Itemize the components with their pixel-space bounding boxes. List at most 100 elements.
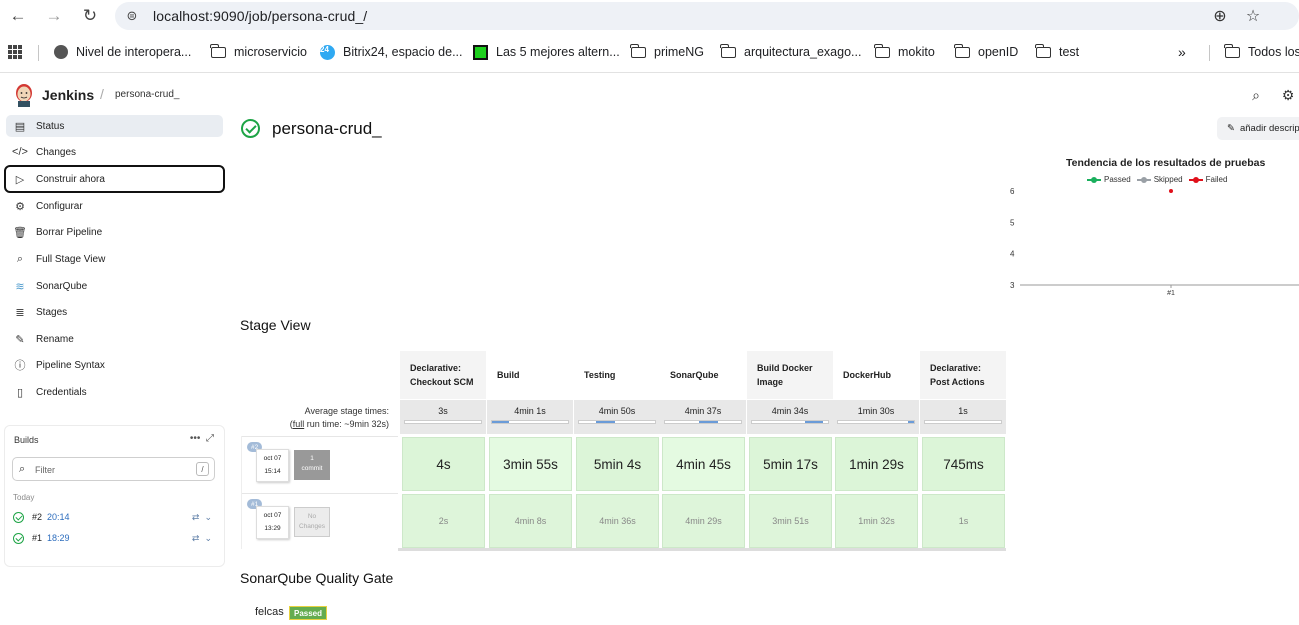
stage-duration-cell[interactable]: 4min 36s xyxy=(576,494,659,548)
stage-header: Testing xyxy=(574,351,660,399)
bookmark-item[interactable]: arquitectura_exago... xyxy=(720,43,861,61)
builds-filter-input[interactable]: ⌕ Filter / xyxy=(12,457,215,481)
changes-badge[interactable]: 1 commit xyxy=(294,450,330,480)
chart-title: Tendencia de los resultados de pruebas xyxy=(1066,157,1266,169)
sidebar-item-configure[interactable]: ⚙ Configurar xyxy=(6,195,223,217)
stage-header: Declarative: Post Actions xyxy=(920,351,1006,399)
success-icon xyxy=(13,511,24,523)
forward-arrow-icon[interactable]: → xyxy=(43,5,65,27)
shortcut-key: / xyxy=(196,462,209,476)
builds-group-label: Today xyxy=(13,493,35,502)
sidebar-item-delete-pipeline[interactable]: 🗑 Borrar Pipeline xyxy=(6,221,223,243)
chevron-down-icon[interactable]: ⌄ xyxy=(204,512,212,522)
sidebar-item-rename[interactable]: ✎ Rename xyxy=(6,328,223,350)
globe-icon xyxy=(54,45,68,59)
address-bar[interactable]: ⊜ localhost:9090/job/persona-crud_/ ⊕ ☆ xyxy=(115,2,1299,30)
bookmark-item[interactable]: mokito xyxy=(874,43,935,61)
stage-progress-bar xyxy=(491,420,569,424)
sidebar-item-changes[interactable]: </> Changes xyxy=(6,141,223,163)
bookmark-item[interactable]: microservicio xyxy=(210,43,307,61)
data-point[interactable] xyxy=(1169,189,1173,193)
console-icon[interactable]: ⇄ xyxy=(192,533,200,543)
back-arrow-icon[interactable]: ← xyxy=(7,5,29,27)
gear-icon[interactable]: ⚙ xyxy=(1279,86,1297,104)
bookmark-item[interactable]: primeNG xyxy=(630,43,704,61)
sidebar-item-stages[interactable]: ≣ Stages xyxy=(6,301,223,323)
site-info-icon[interactable]: ⊜ xyxy=(123,7,141,25)
bookmark-item[interactable]: Las 5 mejores altern... xyxy=(473,43,620,61)
folder-icon xyxy=(1224,43,1240,58)
sidebar-item-build-now[interactable]: ▷ Construir ahora xyxy=(4,165,225,193)
phone-icon: ▯ xyxy=(16,386,24,399)
all-bookmarks-button[interactable]: Todos los xyxy=(1224,43,1299,61)
bookmark-item[interactable]: 24 Bitrix24, espacio de... xyxy=(320,43,463,61)
stage-duration-cell[interactable]: 3min 51s xyxy=(749,494,832,548)
stage-duration-cell[interactable]: 1s xyxy=(922,494,1005,548)
folder-icon xyxy=(210,43,226,58)
jenkins-logo-icon[interactable] xyxy=(13,83,35,107)
more-bookmarks-button[interactable]: » xyxy=(1178,43,1186,61)
reload-icon[interactable]: ↻ xyxy=(79,5,101,27)
console-icon[interactable]: ⇄ xyxy=(192,512,200,522)
chevron-down-icon[interactable]: ⌄ xyxy=(204,533,212,543)
stage-duration-cell[interactable]: 5min 4s xyxy=(576,437,659,491)
page-title: persona-crud_ xyxy=(272,119,382,138)
stage-duration-cell[interactable]: 4min 45s xyxy=(662,437,745,491)
success-icon xyxy=(241,119,260,138)
stage-progress-bar xyxy=(664,420,742,424)
stage-duration-cell[interactable]: 2s xyxy=(402,494,485,548)
bitrix24-icon: 24 xyxy=(320,44,335,60)
stage-average-time: 4min 37s xyxy=(660,400,746,434)
bookmark-item[interactable]: Nivel de interopera... xyxy=(54,43,191,61)
stage-progress-bar xyxy=(578,420,656,424)
search-icon: ⌕ xyxy=(16,252,24,265)
folder-icon xyxy=(720,43,736,58)
stage-progress-bar xyxy=(404,420,482,424)
stage-header: Declarative: Checkout SCM xyxy=(400,351,486,399)
sidebar-item-full-stage-view[interactable]: ⌕ Full Stage View xyxy=(6,248,223,270)
bookmark-item[interactable]: openID xyxy=(954,43,1018,61)
stage-duration-cell[interactable]: 1min 32s xyxy=(835,494,918,548)
run-header[interactable]: #2 oct 07 15:14 1 commit xyxy=(241,436,398,492)
stage-progress-bar xyxy=(837,420,915,424)
search-icon: ⌕ xyxy=(19,463,26,475)
bookmark-item[interactable]: test xyxy=(1035,43,1079,61)
sidebar-item-sonarqube[interactable]: ≋ SonarQube xyxy=(6,275,223,297)
zoom-icon[interactable]: ⊕ xyxy=(1210,6,1230,26)
jenkins-brand[interactable]: Jenkins xyxy=(42,87,94,103)
full-run-link[interactable]: full xyxy=(293,419,305,429)
sidebar-item-status[interactable]: ▤ Status xyxy=(6,115,223,137)
build-row[interactable]: #2 20:14 ⇄ ⌄ xyxy=(13,508,218,526)
stage-duration-cell[interactable]: 745ms xyxy=(922,437,1005,491)
stage-duration-cell[interactable]: 4min 29s xyxy=(662,494,745,548)
play-icon: ▷ xyxy=(15,173,25,186)
search-icon[interactable]: ⌕ xyxy=(1247,86,1265,104)
stage-duration-cell[interactable]: 3min 55s xyxy=(489,437,572,491)
stage-duration-cell[interactable]: 5min 17s xyxy=(749,437,832,491)
apps-grid-icon[interactable] xyxy=(8,43,22,61)
quality-gate-project[interactable]: felcas xyxy=(255,606,284,618)
stage-duration-cell[interactable]: 1min 29s xyxy=(835,437,918,491)
changes-badge[interactable]: No Changes xyxy=(294,507,330,537)
add-description-button[interactable]: ✎añadir descripción xyxy=(1217,117,1299,140)
y-tick-label: 6 xyxy=(1010,187,1015,196)
star-icon[interactable]: ☆ xyxy=(1243,6,1263,26)
stage-progress-bar xyxy=(751,420,829,424)
build-row[interactable]: #1 18:29 ⇄ ⌄ xyxy=(13,529,218,547)
more-icon[interactable]: ••• xyxy=(190,433,201,444)
stage-duration-cell[interactable]: 4s xyxy=(402,437,485,491)
sidebar-item-credentials[interactable]: ▯ Credentials xyxy=(6,381,223,403)
run-date: oct 07 15:14 xyxy=(256,449,289,482)
breadcrumb[interactable]: persona-crud_ xyxy=(115,89,179,100)
stage-duration-cell[interactable]: 4min 8s xyxy=(489,494,572,548)
sidebar-item-pipeline-syntax[interactable]: ⓘ Pipeline Syntax xyxy=(6,354,223,376)
stage-header: SonarQube xyxy=(660,351,746,399)
bookmarks-bar: Nivel de interopera... microservicio 24 B… xyxy=(0,36,1299,68)
stage-average-time: 1s xyxy=(920,400,1006,434)
folder-icon xyxy=(874,43,890,58)
expand-icon[interactable]: ⤢ xyxy=(206,433,214,444)
y-tick-label: 3 xyxy=(1010,281,1015,290)
stage-average-time: 4min 1s xyxy=(487,400,573,434)
run-header[interactable]: #1 oct 07 13:29 No Changes xyxy=(241,493,398,549)
folder-icon xyxy=(630,43,646,58)
